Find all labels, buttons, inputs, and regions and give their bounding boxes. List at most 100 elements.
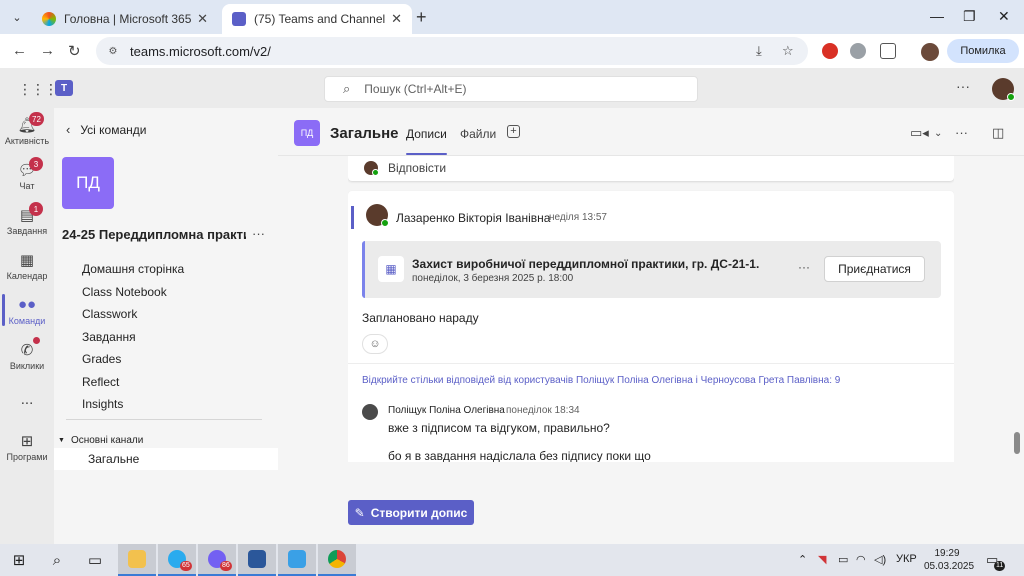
chevron-down-icon[interactable]: ⌄	[934, 128, 942, 139]
channels-header-label: Основні канали	[70, 435, 144, 446]
reply-author[interactable]: Поліщук Поліна Олегівна	[388, 405, 505, 416]
minimize-icon[interactable]: —	[930, 8, 944, 24]
bookmark-star-icon[interactable]: ☆	[782, 43, 794, 59]
meeting-title: Захист виробничої переддипломної практик…	[412, 257, 760, 271]
wifi-icon[interactable]: ◠	[856, 553, 866, 566]
meeting-more-icon[interactable]: ···	[798, 260, 810, 274]
tab-posts[interactable]: Дописи	[406, 127, 447, 155]
adblock-icon[interactable]	[822, 43, 838, 59]
start-windows-icon[interactable]: ⊞	[0, 544, 38, 576]
globe-extension-icon[interactable]	[850, 43, 866, 59]
rail-apps[interactable]: ⊞ Програми	[0, 424, 54, 469]
apps-icon: ⊞	[20, 433, 34, 450]
open-panel-icon[interactable]: ◫	[992, 125, 1004, 141]
more-options-icon[interactable]: ···	[956, 78, 970, 94]
compose-icon: ✎	[354, 505, 365, 520]
site-info-icon[interactable]: ⚙	[104, 42, 122, 60]
new-tab-button[interactable]: +	[416, 7, 427, 28]
nav-reflect[interactable]: Reflect	[82, 371, 184, 394]
tab-files[interactable]: Файли	[460, 127, 496, 141]
nav-home[interactable]: Домашня сторінка	[82, 258, 184, 281]
search-icon[interactable]: ⌕	[38, 544, 76, 576]
chrome-icon[interactable]	[318, 544, 356, 576]
rail-teams[interactable]: ●● Команди	[0, 288, 54, 333]
teams-topbar: ⋮⋮⋮ T ⌕ Пошук (Ctrl+Alt+E) ···	[0, 68, 1024, 108]
rail-more[interactable]: ...	[0, 383, 54, 428]
reply-message: бо я в завдання надіслала без підпису по…	[388, 449, 651, 462]
author-avatar[interactable]	[366, 204, 389, 227]
rail-activity[interactable]: 🔔︎ Активність 72	[0, 108, 54, 153]
post-author[interactable]: Лазаренко Вікторія Іванівна	[396, 211, 550, 225]
tray-app-icon[interactable]: ◥	[818, 553, 826, 566]
meeting-card[interactable]: ▦ Захист виробничої переддипломної практ…	[362, 241, 941, 298]
url-text[interactable]: teams.microsoft.com/v2/	[130, 44, 271, 59]
tray-expand-icon[interactable]: ⌃	[798, 553, 807, 566]
app-rail: 🔔︎ Активність 72 💬︎ Чат 3 ▤ Завдання 1 ▦…	[0, 108, 54, 544]
nav-assignments[interactable]: Завдання	[82, 326, 184, 349]
error-button[interactable]: Помилка	[947, 39, 1019, 63]
extensions-icon[interactable]	[880, 43, 896, 59]
team-name[interactable]: 24-25 Переддипломна практика	[62, 227, 246, 242]
add-tab-icon[interactable]: +	[507, 125, 520, 138]
language-indicator[interactable]: УКР	[896, 553, 917, 565]
browser-tab-copilot[interactable]: Головна | Microsoft 365 Copilot ✕	[32, 4, 218, 34]
teams-icon	[232, 12, 246, 26]
channel-item-general[interactable]: Загальне	[54, 448, 278, 470]
search-input[interactable]: ⌕ Пошук (Ctrl+Alt+E)	[324, 76, 698, 102]
omnibox[interactable]: ⚙ teams.microsoft.com/v2/ ⤓ ☆	[96, 37, 808, 65]
task-view-icon[interactable]: ▭	[76, 544, 114, 576]
nav-classwork[interactable]: Classwork	[82, 303, 184, 326]
browser-tab-teams[interactable]: (75) Teams and Channels | Загальне ✕	[222, 4, 412, 34]
clock[interactable]: 19:29 05.03.2025	[924, 547, 974, 573]
reply-button[interactable]: Відповісти	[364, 161, 446, 176]
notification-center-icon[interactable]: ▭ 11	[986, 552, 1006, 571]
add-reaction-icon[interactable]: ☺	[362, 334, 388, 354]
reload-icon[interactable]: ↻	[68, 42, 81, 60]
install-app-icon[interactable]: ⤓	[756, 43, 762, 59]
word-icon[interactable]	[238, 544, 276, 576]
forward-icon[interactable]: →	[40, 42, 55, 59]
team-more-icon[interactable]: ···	[252, 226, 265, 241]
channel-header: ПД Загальне Дописи Файли + ▭◂ ⌄ ··· ◫	[278, 108, 1024, 156]
team-avatar: ПД	[62, 157, 114, 209]
close-icon[interactable]: ✕	[197, 11, 208, 27]
back-icon[interactable]: ←	[12, 42, 27, 59]
volume-icon[interactable]: ◁)	[874, 553, 886, 566]
post-timestamp: неділя 13:57	[549, 212, 607, 223]
file-explorer-icon[interactable]	[118, 544, 156, 576]
assignments-badge: 1	[29, 202, 43, 216]
telegram-badge: 65	[180, 561, 192, 571]
rail-assignments[interactable]: ▤ Завдання 1	[0, 198, 54, 243]
scrollbar-thumb[interactable]	[1014, 432, 1020, 454]
folder-icon	[128, 550, 146, 568]
chrome-logo-icon	[328, 550, 346, 568]
battery-icon[interactable]: ▭	[838, 553, 848, 566]
rail-calendar[interactable]: ▦ Календар	[0, 243, 54, 288]
viber-icon[interactable]: 86	[198, 544, 236, 576]
profile-avatar[interactable]	[921, 43, 939, 61]
nav-class-notebook[interactable]: Class Notebook	[82, 281, 184, 304]
rail-chat[interactable]: 💬︎ Чат 3	[0, 153, 54, 198]
nav-insights[interactable]: Insights	[82, 393, 184, 416]
tab-search-dropdown[interactable]: ⌄	[6, 6, 28, 28]
all-teams-back-link[interactable]: ‹ Усі команди	[66, 122, 146, 137]
telegram-icon[interactable]: 65	[158, 544, 196, 576]
channels-header[interactable]: ▼ Основні канали	[58, 435, 143, 446]
viber-badge: 86	[220, 561, 232, 571]
presence-available-icon	[1007, 93, 1015, 101]
video-meet-icon[interactable]: ▭◂	[910, 125, 929, 141]
join-button[interactable]: Приєднатися	[824, 256, 925, 282]
channel-more-icon[interactable]: ···	[955, 125, 968, 140]
teams-icon: ●●	[17, 296, 37, 313]
paint-icon[interactable]	[278, 544, 316, 576]
new-post-button[interactable]: ✎ Створити допис	[348, 500, 474, 525]
app-launcher-icon[interactable]: ⋮⋮⋮	[18, 81, 58, 98]
user-avatar[interactable]	[992, 78, 1015, 101]
close-icon[interactable]: ✕	[391, 11, 402, 27]
nav-grades[interactable]: Grades	[82, 348, 184, 371]
rail-calls[interactable]: ✆ Виклики	[0, 333, 54, 378]
close-window-icon[interactable]: ✕	[998, 8, 1010, 25]
open-replies-link[interactable]: Відкрийте стільки відповідей від користу…	[362, 375, 840, 386]
restore-icon[interactable]: ❐	[963, 8, 976, 25]
reply-author-avatar[interactable]	[362, 404, 378, 420]
